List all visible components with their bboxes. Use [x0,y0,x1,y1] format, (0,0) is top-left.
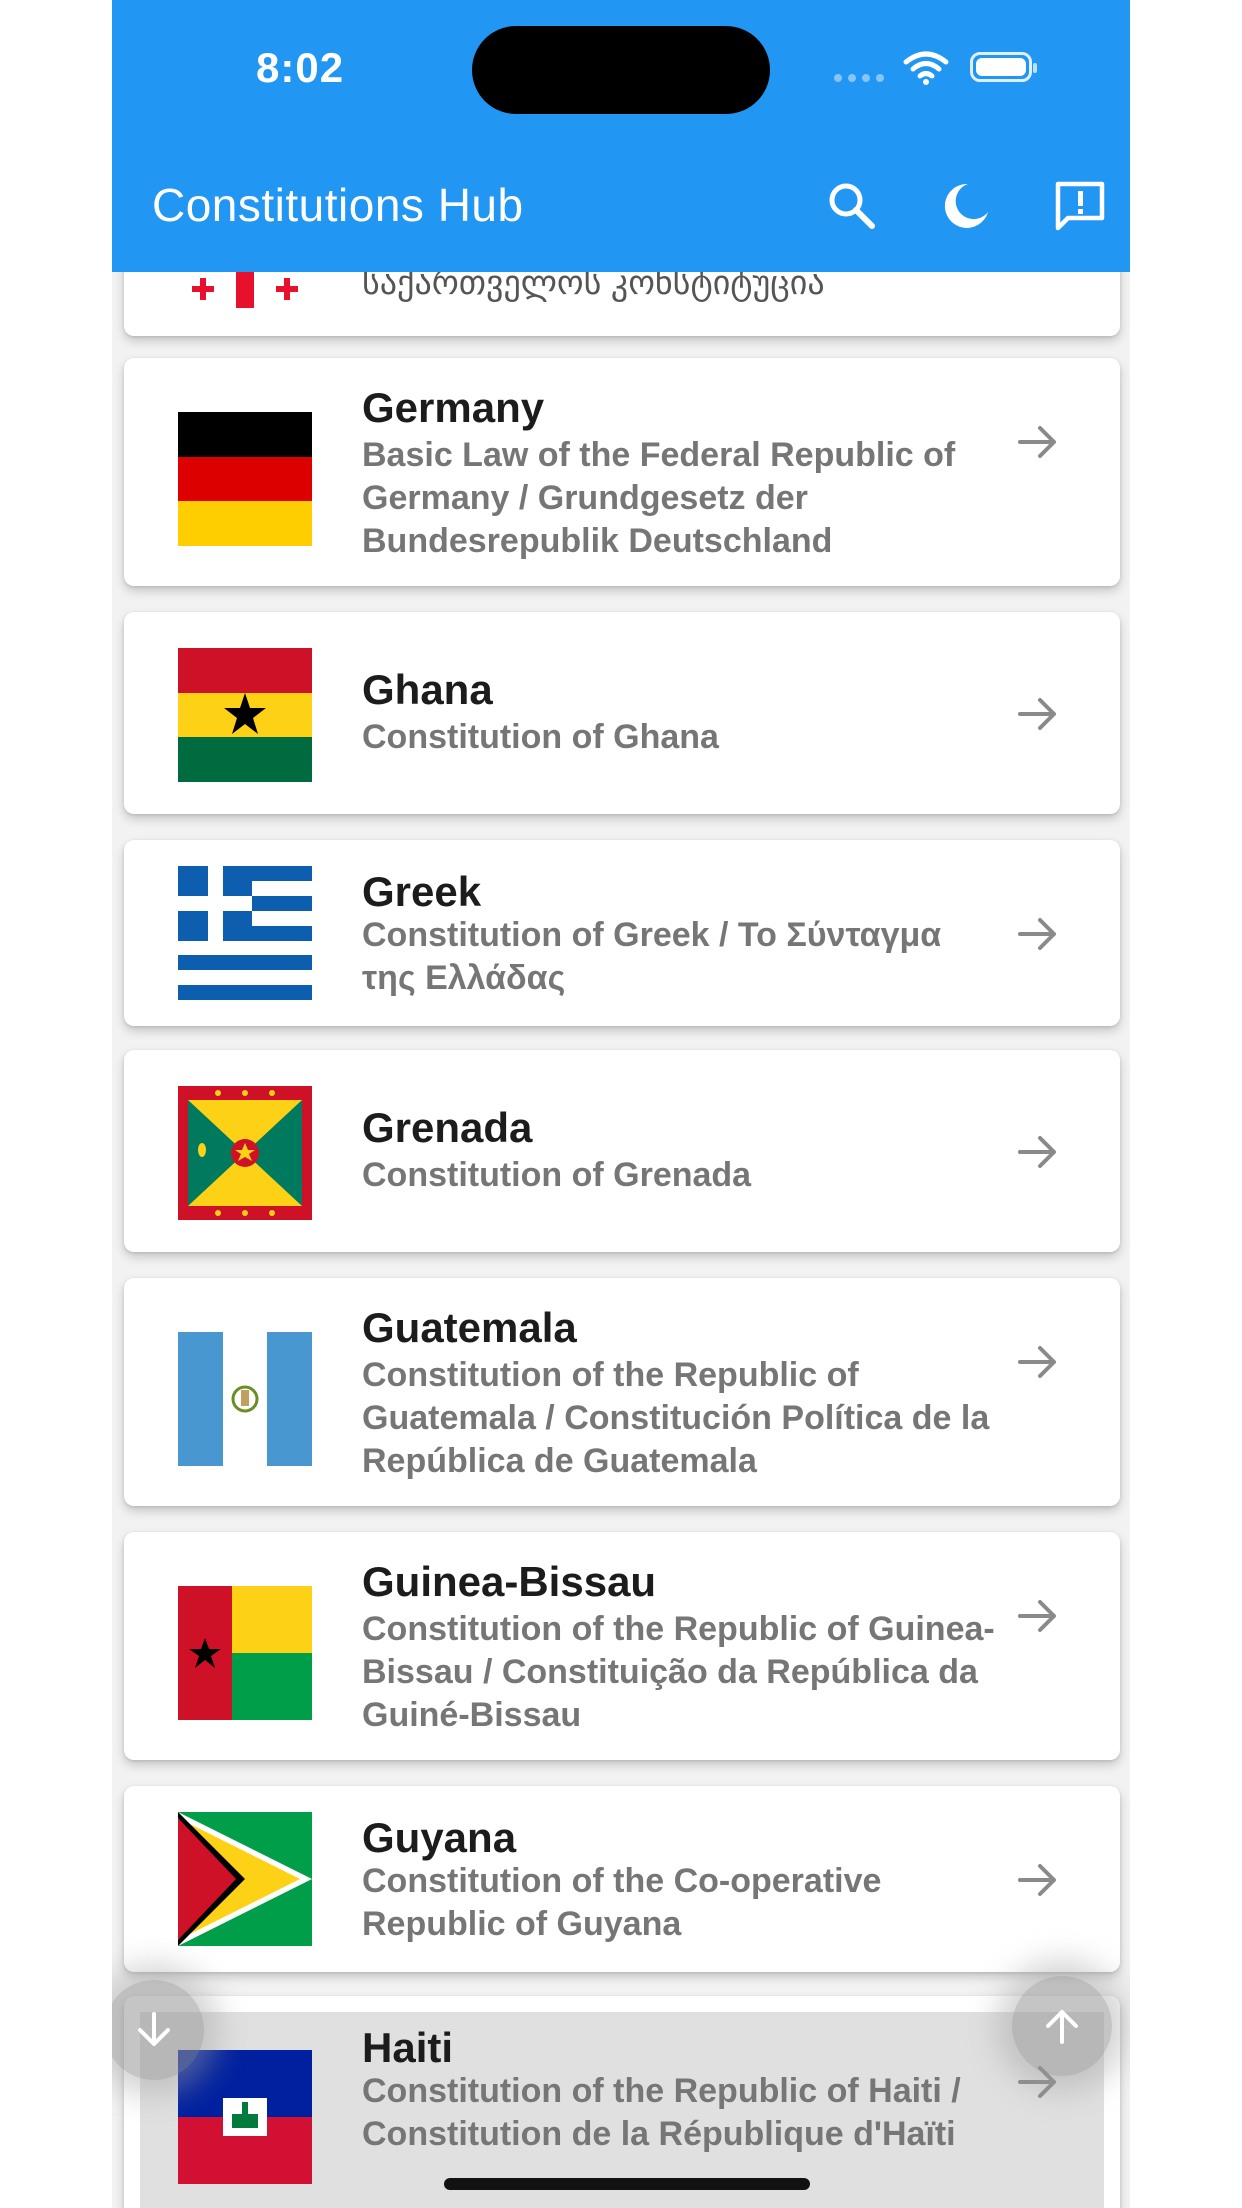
arrow-up-icon [1046,2010,1078,2044]
list-item-ghana[interactable]: Ghana Constitution of Ghana [124,612,1120,814]
item-description: Constitution of the Republic of Guinea-B… [362,1610,995,1734]
item-title: Guinea-Bissau [362,1558,657,1605]
item-title: Haiti [362,2024,454,2071]
guatemala-flag-icon [178,1332,312,1466]
arrow-forward-icon[interactable] [1016,1594,1060,1638]
arrow-forward-icon[interactable] [1016,692,1060,736]
item-title: Guyana [362,1814,517,1861]
app-title: Constitutions Hub [152,179,524,231]
item-description: Basic Law of the Federal Republic of Ger… [362,436,956,560]
item-description: Constitution of Ghana [362,718,719,756]
list-item-greek[interactable]: Greek Constitution of Greek / Το Σύνταγμ… [124,840,1120,1026]
list-item-guinea-bissau[interactable]: Guinea-Bissau Constitution of the Republ… [124,1532,1120,1760]
feedback-icon[interactable] [1052,178,1108,234]
item-description: Constitution of the Co-operative Republi… [362,1862,882,1943]
list-item-grenada[interactable]: Grenada Constitution of Grenada [124,1050,1120,1252]
list-item-germany[interactable]: Germany Basic Law of the Federal Republi… [124,358,1120,586]
dynamic-island [472,26,770,114]
item-title: Grenada [362,1104,533,1151]
item-title: Ghana [362,666,493,713]
home-indicator[interactable] [444,2178,810,2190]
grenada-flag-icon [178,1086,312,1220]
app-bar: 8:02 Constitutions Hub [112,0,1130,272]
item-description: Constitution of the Republic of Haiti / … [362,2072,961,2153]
item-description: Constitution of the Republic of Guatemal… [362,1356,990,1480]
battery-icon [970,52,1037,82]
item-title: Guatemala [362,1304,577,1351]
haiti-flag-icon [178,2050,312,2184]
guinea-bissau-flag-icon [178,1586,312,1720]
phone-screen: საქართველოს კონსტიტუცია Germany Basic La… [112,0,1130,2208]
item-description: Constitution of Grenada [362,1156,752,1194]
item-title: Greek [362,868,482,915]
list-item-guyana[interactable]: Guyana Constitution of the Co-operative … [124,1786,1120,1972]
list-item-haiti[interactable]: Haiti Constitution of the Republic of Ha… [124,1996,1120,2208]
arrow-forward-icon[interactable] [1016,420,1060,464]
arrow-forward-icon[interactable] [1016,1340,1060,1384]
wifi-icon [903,51,949,85]
list-item-guatemala[interactable]: Guatemala Constitution of the Republic o… [124,1278,1120,1506]
guyana-flag-icon [178,1812,312,1946]
germany-flag-icon [178,412,312,546]
arrow-forward-icon[interactable] [1016,912,1060,956]
item-description: Constitution of Greek / Το Σύνταγμα της … [362,916,942,997]
ghana-flag-icon [178,648,312,782]
status-time: 8:02 [256,44,345,91]
greece-flag-icon [178,866,312,1000]
item-title: Germany [362,384,545,431]
arrow-down-icon [138,2012,170,2046]
search-icon[interactable] [824,178,880,234]
scroll-up-button[interactable] [1012,1976,1112,2076]
dark-mode-icon[interactable] [938,178,994,234]
arrow-forward-icon[interactable] [1016,1858,1060,1902]
arrow-forward-icon[interactable] [1016,1130,1060,1174]
cellular-signal-icon [834,74,884,82]
